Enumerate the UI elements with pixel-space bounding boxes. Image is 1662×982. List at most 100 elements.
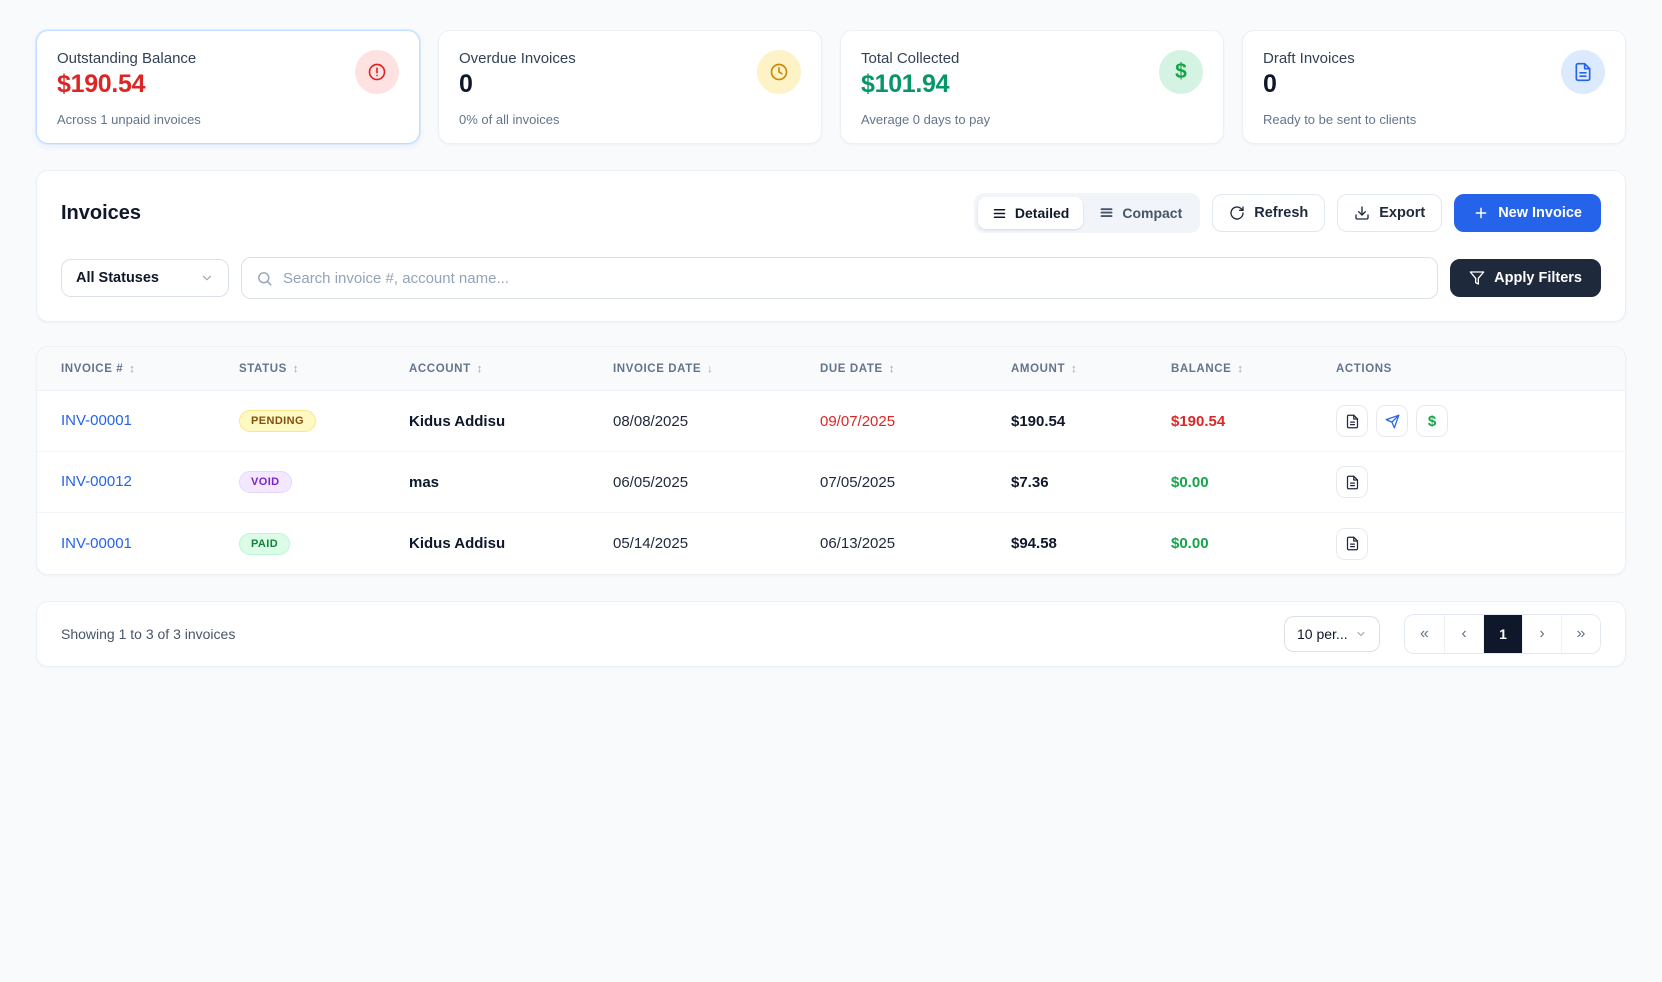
detailed-view-button[interactable]: Detailed	[977, 197, 1084, 229]
refresh-icon	[1229, 205, 1245, 221]
export-label: Export	[1379, 205, 1426, 221]
file-icon	[1561, 50, 1605, 94]
table-footer: Showing 1 to 3 of 3 invoices 10 per... «…	[36, 601, 1626, 667]
row-actions	[1336, 466, 1601, 498]
dollar-icon: $	[1427, 412, 1437, 430]
sort-icon: ↕	[476, 362, 483, 375]
invoice-number-link[interactable]: INV-00001	[61, 412, 132, 429]
file-icon	[1346, 536, 1358, 551]
invoice-number-link[interactable]: INV-00012	[61, 473, 132, 490]
chevron-down-icon	[1355, 628, 1367, 640]
balance: $0.00	[1171, 535, 1209, 552]
table-header-row: INVOICE # ↕ STATUS ↕ ACCOUNT ↕ INVOICE DATE…	[37, 347, 1625, 391]
pagination: « ‹ 1 › »	[1404, 614, 1601, 654]
last-page-button[interactable]: »	[1561, 615, 1600, 653]
view-toggle: Detailed Compact	[973, 193, 1201, 233]
invoice-date: 08/08/2025	[613, 412, 689, 430]
file-icon	[1346, 414, 1358, 428]
row-actions: $	[1336, 405, 1601, 437]
column-header-status[interactable]: STATUS ↕	[239, 363, 409, 375]
export-button[interactable]: Export	[1337, 194, 1443, 232]
list-compact-icon	[1099, 206, 1114, 221]
invoices-page: Outstanding Balance $190.54 Across 1 unp…	[0, 0, 1662, 982]
view-invoice-button[interactable]	[1336, 405, 1368, 437]
column-label: ACTIONS	[1336, 362, 1392, 375]
send-invoice-button[interactable]	[1376, 405, 1408, 437]
previous-page-button[interactable]: ‹	[1444, 615, 1483, 653]
invoice-date: 06/05/2025	[613, 473, 689, 491]
stat-card-total-collected[interactable]: Total Collected $101.94 Average 0 days t…	[840, 30, 1224, 144]
search-input[interactable]	[283, 269, 1424, 287]
stat-card-outstanding-balance[interactable]: Outstanding Balance $190.54 Across 1 unp…	[36, 30, 420, 144]
stat-title: Overdue Invoices	[459, 50, 576, 67]
due-date: 06/13/2025	[820, 535, 896, 552]
status-filter-select[interactable]: All Statuses	[61, 259, 229, 297]
column-header-account[interactable]: ACCOUNT ↕	[409, 363, 613, 375]
chevron-down-icon	[200, 271, 214, 285]
account-name: Kidus Addisu	[409, 412, 506, 430]
stat-value: $101.94	[861, 70, 950, 98]
alert-circle-icon	[355, 50, 399, 94]
column-label: STATUS	[239, 362, 287, 375]
status-badge: VOID	[239, 471, 292, 493]
view-invoice-button[interactable]	[1336, 527, 1368, 560]
invoices-panel: Invoices Detailed Compact Refresh Export…	[36, 170, 1626, 322]
toolbar: Invoices Detailed Compact Refresh Export…	[61, 193, 1601, 233]
invoices-table: INVOICE # ↕ STATUS ↕ ACCOUNT ↕ INVOICE DATE…	[36, 346, 1626, 575]
filter-funnel-icon	[1469, 270, 1485, 286]
stat-value: $190.54	[57, 70, 146, 98]
per-page-select[interactable]: 10 per...	[1284, 616, 1380, 652]
dollar-icon: $	[1159, 50, 1203, 94]
column-label: BALANCE	[1171, 362, 1232, 375]
balance: $190.54	[1171, 412, 1226, 430]
footer-controls: 10 per... « ‹ 1 › »	[1284, 614, 1601, 654]
sort-icon: ↕	[129, 362, 136, 375]
account-name: mas	[409, 473, 440, 491]
file-icon	[1346, 475, 1358, 489]
apply-filters-button[interactable]: Apply Filters	[1450, 259, 1601, 297]
record-payment-button[interactable]: $	[1416, 405, 1448, 437]
amount: $190.54	[1011, 412, 1066, 430]
apply-filters-label: Apply Filters	[1494, 270, 1582, 286]
refresh-button[interactable]: Refresh	[1212, 194, 1326, 232]
balance: $0.00	[1171, 473, 1209, 491]
row-actions	[1336, 527, 1601, 560]
invoice-number-link[interactable]: INV-00001	[61, 535, 132, 552]
page-1-button[interactable]: 1	[1483, 615, 1522, 653]
amount: $7.36	[1011, 473, 1049, 491]
column-label: AMOUNT	[1011, 362, 1066, 375]
column-header-balance[interactable]: BALANCE ↕	[1171, 363, 1336, 375]
view-invoice-button[interactable]	[1336, 466, 1368, 498]
new-invoice-label: New Invoice	[1498, 205, 1582, 221]
results-summary: Showing 1 to 3 of 3 invoices	[61, 626, 236, 642]
table-row: INV-00001 PENDING Kidus Addisu 08/08/202…	[37, 391, 1625, 452]
per-page-value: 10 per...	[1297, 626, 1348, 642]
column-header-actions: ACTIONS	[1336, 363, 1601, 375]
stats-row: Outstanding Balance $190.54 Across 1 unp…	[36, 30, 1626, 144]
amount: $94.58	[1011, 535, 1057, 552]
compact-view-label: Compact	[1122, 205, 1183, 221]
due-date: 07/05/2025	[820, 473, 896, 491]
stat-title: Total Collected	[861, 50, 960, 67]
column-header-due-date[interactable]: DUE DATE ↕	[820, 363, 1011, 375]
column-header-invoice-date[interactable]: INVOICE DATE ↓	[613, 363, 820, 375]
stat-subtitle: 0% of all invoices	[459, 112, 560, 127]
column-header-amount[interactable]: AMOUNT ↕	[1011, 363, 1171, 375]
column-label: INVOICE DATE	[613, 362, 702, 375]
new-invoice-button[interactable]: New Invoice	[1454, 194, 1601, 232]
column-label: DUE DATE	[820, 362, 883, 375]
invoice-date: 05/14/2025	[613, 535, 689, 552]
stat-subtitle: Ready to be sent to clients	[1263, 112, 1417, 127]
stat-title: Outstanding Balance	[57, 50, 197, 67]
next-page-button[interactable]: ›	[1522, 615, 1561, 653]
sort-desc-icon: ↓	[707, 362, 714, 375]
page-title: Invoices	[61, 201, 142, 224]
stat-value: 0	[459, 70, 473, 98]
due-date: 09/07/2025	[820, 412, 896, 430]
account-name: Kidus Addisu	[409, 535, 506, 552]
first-page-button[interactable]: «	[1405, 615, 1444, 653]
stat-card-draft-invoices[interactable]: Draft Invoices 0 Ready to be sent to cli…	[1242, 30, 1626, 144]
column-header-invoice-number[interactable]: INVOICE # ↕	[61, 363, 239, 375]
stat-card-overdue-invoices[interactable]: Overdue Invoices 0 0% of all invoices	[438, 30, 822, 144]
compact-view-button[interactable]: Compact	[1085, 197, 1196, 229]
